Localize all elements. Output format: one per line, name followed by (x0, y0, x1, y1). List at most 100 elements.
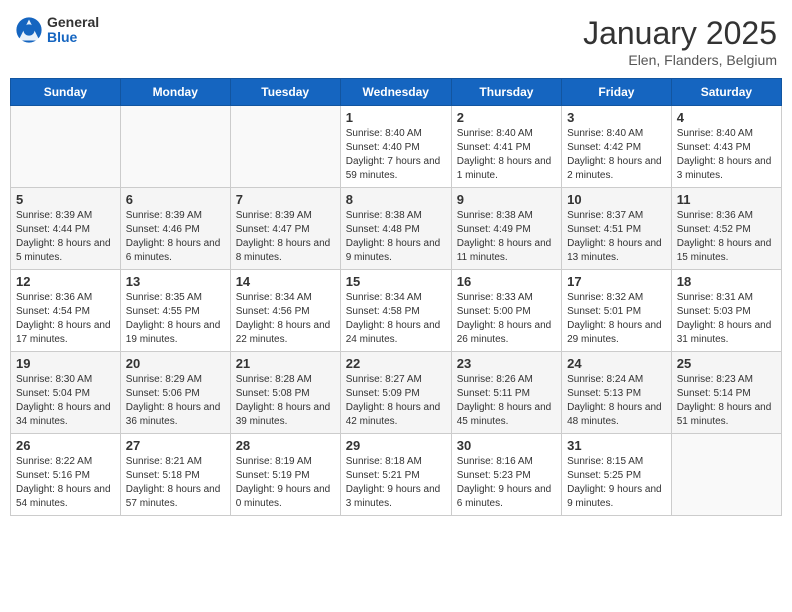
day-info: Sunrise: 8:40 AMSunset: 4:42 PMDaylight:… (567, 127, 666, 183)
day-info: Sunrise: 8:32 AMSunset: 5:01 PMDaylight:… (567, 291, 666, 347)
calendar-cell: 31 Sunrise: 8:15 AMSunset: 5:25 PMDayligh… (562, 434, 672, 516)
calendar-table: SundayMondayTuesdayWednesdayThursdayFrid… (10, 78, 782, 516)
calendar-cell: 18 Sunrise: 8:31 AMSunset: 5:03 PMDayligh… (671, 270, 781, 352)
calendar-cell: 10 Sunrise: 8:37 AMSunset: 4:51 PMDayligh… (562, 188, 672, 270)
calendar-cell: 15 Sunrise: 8:34 AMSunset: 4:58 PMDayligh… (340, 270, 451, 352)
calendar-cell: 7Sunrise: 8:39 AMSunset: 4:47 PMDaylight… (230, 188, 340, 270)
calendar-cell (11, 106, 121, 188)
weekday-header: Friday (562, 79, 672, 106)
day-info: Sunrise: 8:15 AMSunset: 5:25 PMDaylight:… (567, 455, 666, 511)
title-block: January 2025 Elen, Flanders, Belgium (583, 15, 777, 68)
weekday-header: Monday (120, 79, 230, 106)
page-header: General Blue January 2025 Elen, Flanders… (10, 10, 782, 68)
day-number: 12 (16, 274, 115, 289)
day-number: 26 (16, 438, 115, 453)
day-number: 15 (346, 274, 446, 289)
day-info: Sunrise: 8:40 AMSunset: 4:43 PMDaylight:… (677, 127, 776, 183)
calendar-week-row: 19 Sunrise: 8:30 AMSunset: 5:04 PMDayligh… (11, 352, 782, 434)
calendar-cell: 29Sunrise: 8:18 AMSunset: 5:21 PMDayligh… (340, 434, 451, 516)
weekday-header: Saturday (671, 79, 781, 106)
calendar-cell: 24 Sunrise: 8:24 AMSunset: 5:13 PMDayligh… (562, 352, 672, 434)
calendar-cell: 13 Sunrise: 8:35 AMSunset: 4:55 PMDayligh… (120, 270, 230, 352)
location: Elen, Flanders, Belgium (583, 52, 777, 68)
logo-text: General Blue (47, 15, 99, 46)
calendar-cell: 8 Sunrise: 8:38 AMSunset: 4:48 PMDaylight… (340, 188, 451, 270)
day-number: 3 (567, 110, 666, 125)
day-number: 6 (126, 192, 225, 207)
calendar-cell: 19 Sunrise: 8:30 AMSunset: 5:04 PMDayligh… (11, 352, 121, 434)
calendar-cell: 30Sunrise: 8:16 AMSunset: 5:23 PMDayligh… (451, 434, 561, 516)
day-number: 18 (677, 274, 776, 289)
logo-blue-text: Blue (47, 30, 99, 45)
day-info: Sunrise: 8:35 AMSunset: 4:55 PMDaylight:… (126, 291, 225, 347)
calendar-week-row: 1 Sunrise: 8:40 AMSunset: 4:40 PMDaylight… (11, 106, 782, 188)
day-info: Sunrise: 8:40 AMSunset: 4:40 PMDaylight:… (346, 127, 446, 183)
calendar-cell: 14Sunrise: 8:34 AMSunset: 4:56 PMDayligh… (230, 270, 340, 352)
day-info: Sunrise: 8:31 AMSunset: 5:03 PMDaylight:… (677, 291, 776, 347)
day-info: Sunrise: 8:33 AMSunset: 5:00 PMDaylight:… (457, 291, 556, 347)
day-info: Sunrise: 8:34 AMSunset: 4:58 PMDaylight:… (346, 291, 446, 347)
calendar-cell: 1 Sunrise: 8:40 AMSunset: 4:40 PMDaylight… (340, 106, 451, 188)
logo: General Blue (15, 15, 99, 46)
calendar-cell (671, 434, 781, 516)
day-number: 22 (346, 356, 446, 371)
day-number: 31 (567, 438, 666, 453)
day-number: 1 (346, 110, 446, 125)
day-number: 21 (236, 356, 335, 371)
weekday-header: Thursday (451, 79, 561, 106)
day-info: Sunrise: 8:30 AMSunset: 5:04 PMDaylight:… (16, 373, 115, 429)
day-number: 23 (457, 356, 556, 371)
day-info: Sunrise: 8:38 AMSunset: 4:48 PMDaylight:… (346, 209, 446, 265)
day-info: Sunrise: 8:19 AMSunset: 5:19 PMDaylight:… (236, 455, 335, 511)
day-info: Sunrise: 8:37 AMSunset: 4:51 PMDaylight:… (567, 209, 666, 265)
day-number: 24 (567, 356, 666, 371)
day-number: 11 (677, 192, 776, 207)
day-info: Sunrise: 8:36 AMSunset: 4:52 PMDaylight:… (677, 209, 776, 265)
day-number: 20 (126, 356, 225, 371)
day-info: Sunrise: 8:26 AMSunset: 5:11 PMDaylight:… (457, 373, 556, 429)
day-number: 9 (457, 192, 556, 207)
day-number: 17 (567, 274, 666, 289)
calendar-cell: 3 Sunrise: 8:40 AMSunset: 4:42 PMDaylight… (562, 106, 672, 188)
calendar-cell: 6 Sunrise: 8:39 AMSunset: 4:46 PMDaylight… (120, 188, 230, 270)
day-info: Sunrise: 8:24 AMSunset: 5:13 PMDaylight:… (567, 373, 666, 429)
calendar-cell: 25Sunrise: 8:23 AMSunset: 5:14 PMDayligh… (671, 352, 781, 434)
calendar-cell: 2 Sunrise: 8:40 AMSunset: 4:41 PMDaylight… (451, 106, 561, 188)
day-info: Sunrise: 8:40 AMSunset: 4:41 PMDaylight:… (457, 127, 556, 183)
day-number: 8 (346, 192, 446, 207)
day-number: 29 (346, 438, 446, 453)
day-info: Sunrise: 8:23 AMSunset: 5:14 PMDaylight:… (677, 373, 776, 429)
day-number: 30 (457, 438, 556, 453)
day-number: 4 (677, 110, 776, 125)
calendar-cell: 27Sunrise: 8:21 AMSunset: 5:18 PMDayligh… (120, 434, 230, 516)
logo-icon (15, 16, 43, 44)
day-info: Sunrise: 8:27 AMSunset: 5:09 PMDaylight:… (346, 373, 446, 429)
calendar-cell: 9Sunrise: 8:38 AMSunset: 4:49 PMDaylight… (451, 188, 561, 270)
day-info: Sunrise: 8:39 AMSunset: 4:46 PMDaylight:… (126, 209, 225, 265)
calendar-cell: 11 Sunrise: 8:36 AMSunset: 4:52 PMDayligh… (671, 188, 781, 270)
day-number: 16 (457, 274, 556, 289)
calendar-cell: 22 Sunrise: 8:27 AMSunset: 5:09 PMDayligh… (340, 352, 451, 434)
day-info: Sunrise: 8:28 AMSunset: 5:08 PMDaylight:… (236, 373, 335, 429)
calendar-cell (230, 106, 340, 188)
month-title: January 2025 (583, 15, 777, 52)
day-number: 7 (236, 192, 335, 207)
day-number: 19 (16, 356, 115, 371)
calendar-cell: 23 Sunrise: 8:26 AMSunset: 5:11 PMDayligh… (451, 352, 561, 434)
calendar-cell: 17 Sunrise: 8:32 AMSunset: 5:01 PMDayligh… (562, 270, 672, 352)
day-number: 27 (126, 438, 225, 453)
calendar-week-row: 26Sunrise: 8:22 AMSunset: 5:16 PMDayligh… (11, 434, 782, 516)
day-number: 5 (16, 192, 115, 207)
calendar-cell: 28Sunrise: 8:19 AMSunset: 5:19 PMDayligh… (230, 434, 340, 516)
calendar-cell: 5Sunrise: 8:39 AMSunset: 4:44 PMDaylight… (11, 188, 121, 270)
calendar-cell (120, 106, 230, 188)
day-info: Sunrise: 8:29 AMSunset: 5:06 PMDaylight:… (126, 373, 225, 429)
day-number: 2 (457, 110, 556, 125)
weekday-header: Sunday (11, 79, 121, 106)
day-number: 14 (236, 274, 335, 289)
weekday-header-row: SundayMondayTuesdayWednesdayThursdayFrid… (11, 79, 782, 106)
day-number: 10 (567, 192, 666, 207)
calendar-cell: 16 Sunrise: 8:33 AMSunset: 5:00 PMDayligh… (451, 270, 561, 352)
day-number: 13 (126, 274, 225, 289)
calendar-cell: 4 Sunrise: 8:40 AMSunset: 4:43 PMDaylight… (671, 106, 781, 188)
